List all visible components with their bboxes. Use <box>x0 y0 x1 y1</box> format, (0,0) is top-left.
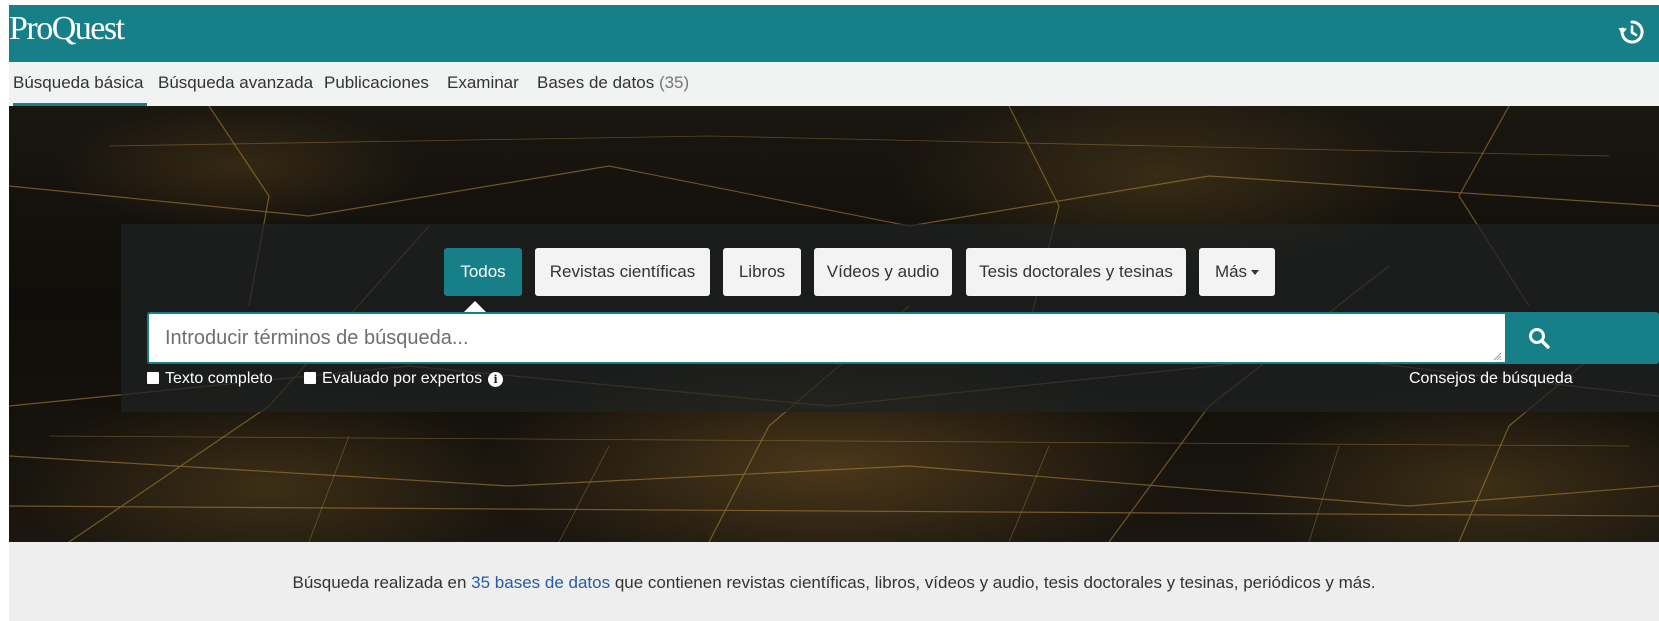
active-tab-pointer <box>464 301 486 312</box>
nav-databases[interactable]: Bases de datos (35) <box>537 62 689 106</box>
nav-basic-search[interactable]: Búsqueda básica <box>13 62 147 106</box>
databases-link[interactable]: 35 bases de datos <box>471 573 610 592</box>
nav-advanced-search[interactable]: Búsqueda avanzada <box>158 62 313 106</box>
main-nav: Búsqueda básica Búsqueda avanzada Public… <box>9 62 1659 107</box>
caret-down-icon <box>1251 270 1260 276</box>
nav-publications[interactable]: Publicaciones <box>324 62 429 106</box>
history-icon <box>1618 20 1644 44</box>
nav-basic-search-label: Búsqueda básica <box>13 73 144 92</box>
proquest-page: ProQuest Búsqueda básica Búsqueda avanza… <box>0 0 1659 621</box>
history-button[interactable] <box>1617 17 1647 47</box>
tab-more[interactable]: Más <box>1199 248 1275 296</box>
nav-browse[interactable]: Examinar <box>447 62 519 106</box>
peer-reviewed-checkbox[interactable] <box>304 372 316 384</box>
search-input[interactable] <box>147 312 1505 364</box>
info-bar: Búsqueda realizada en 35 bases de datos … <box>9 542 1659 621</box>
tab-more-label: Más <box>1214 262 1248 281</box>
tab-books[interactable]: Libros <box>723 248 801 296</box>
databases-info-text: Búsqueda realizada en 35 bases de datos … <box>9 542 1659 621</box>
resize-grip-icon[interactable] <box>1493 352 1502 361</box>
info-icon[interactable]: i <box>488 372 504 387</box>
search-button[interactable] <box>1505 312 1659 364</box>
nav-databases-count: (35) <box>658 73 690 92</box>
full-text-label: Texto completo <box>165 370 273 387</box>
full-text-option[interactable]: Texto completo <box>147 368 273 390</box>
hero-banner: Todos Revistas científicas Libros Vídeos… <box>9 106 1659 542</box>
tab-video-audio[interactable]: Vídeos y audio <box>814 248 952 296</box>
tab-scholarly-journals[interactable]: Revistas científicas <box>535 248 710 296</box>
search-panel: Todos Revistas científicas Libros Vídeos… <box>121 224 1659 412</box>
peer-reviewed-label: Evaluado por expertos <box>322 370 483 387</box>
search-icon <box>1529 328 1550 349</box>
tab-all[interactable]: Todos <box>444 248 522 296</box>
nav-databases-label: Bases de datos <box>537 73 655 92</box>
info-prefix: Búsqueda realizada en <box>292 573 472 592</box>
search-tips-link[interactable]: Consejos de búsqueda <box>1409 368 1573 390</box>
tab-dissertations-theses[interactable]: Tesis doctorales y tesinas <box>966 248 1186 296</box>
nav-publications-label: Publicaciones <box>324 73 429 92</box>
info-suffix: que contienen revistas científicas, libr… <box>610 573 1376 592</box>
header-bar: ProQuest <box>9 5 1659 62</box>
full-text-checkbox[interactable] <box>147 372 159 384</box>
peer-reviewed-option[interactable]: Evaluado por expertos i <box>304 368 504 390</box>
proquest-logo[interactable]: ProQuest <box>9 7 125 51</box>
nav-advanced-search-label: Búsqueda avanzada <box>158 73 314 92</box>
nav-browse-label: Examinar <box>447 73 519 92</box>
